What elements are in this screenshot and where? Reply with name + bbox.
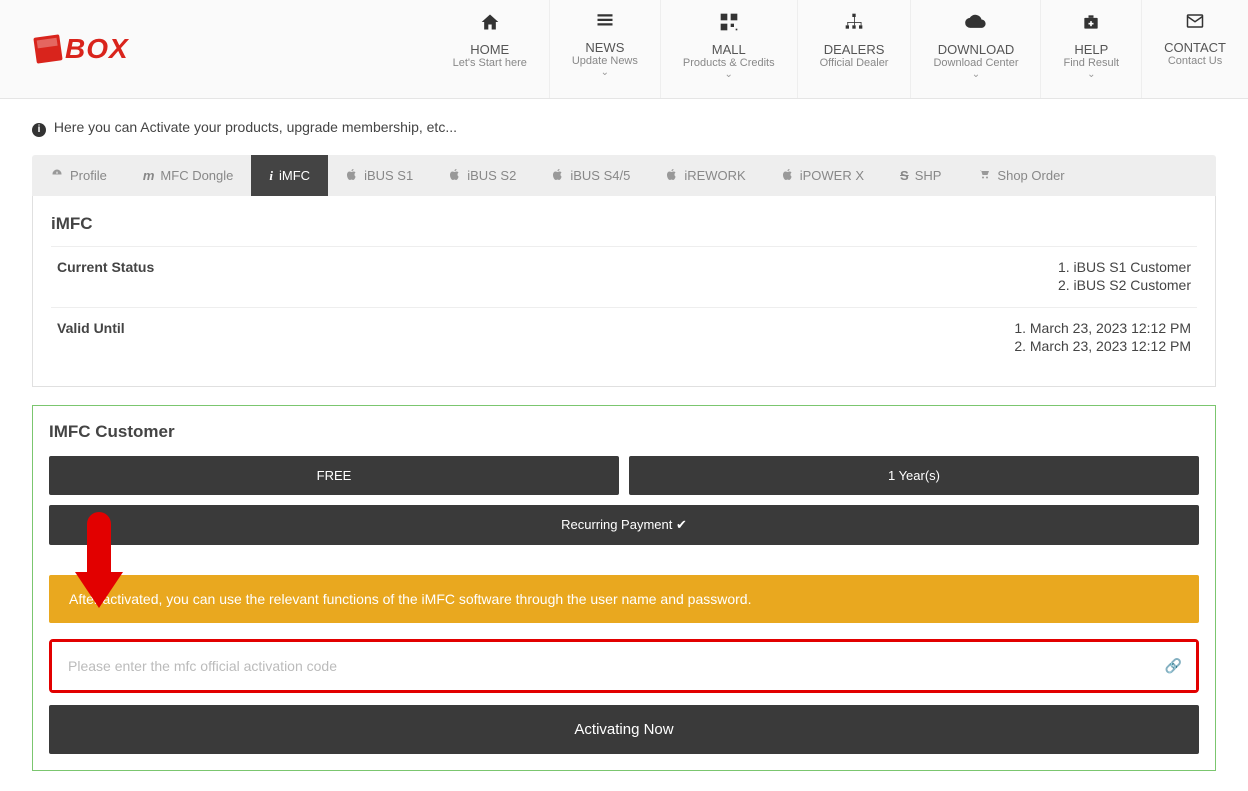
tab-ibus-s1[interactable]: iBUS S1: [328, 155, 431, 196]
contact-icon: [1164, 12, 1226, 36]
arrow-annotation: [79, 512, 119, 612]
nav-download[interactable]: DOWNLOAD Download Center ⌄: [910, 0, 1040, 98]
info-text: i Here you can Activate your products, u…: [32, 119, 1216, 137]
period-button[interactable]: 1 Year(s): [629, 456, 1199, 495]
dealers-icon: [820, 12, 889, 38]
tab-mfc-dongle[interactable]: mMFC Dongle: [125, 155, 252, 196]
home-icon: [453, 12, 527, 38]
info-icon: i: [269, 168, 273, 184]
status-row: Current Status 1. iBUS S1 Customer 2. iB…: [51, 246, 1197, 307]
info-icon: i: [32, 123, 46, 137]
apple-icon: [666, 167, 678, 184]
nav-contact[interactable]: CONTACT Contact Us: [1141, 0, 1248, 98]
chevron-down-icon: ⌄: [933, 69, 1018, 80]
tab-profile[interactable]: Profile: [32, 155, 125, 196]
help-icon: [1063, 12, 1119, 38]
imfc-panel: iMFC Current Status 1. iBUS S1 Customer …: [32, 196, 1216, 387]
customer-panel: IMFC Customer FREE 1 Year(s) Recurring P…: [32, 405, 1216, 771]
chevron-down-icon: ⌄: [683, 69, 775, 80]
s-icon: S: [900, 168, 909, 183]
apple-icon: [449, 167, 461, 184]
mall-icon: [683, 12, 775, 38]
tab-ipower-x[interactable]: iPOWER X: [764, 155, 882, 196]
tab-ibus-s4-5[interactable]: iBUS S4/5: [534, 155, 648, 196]
news-icon: [572, 12, 638, 36]
tab-ibus-s2[interactable]: iBUS S2: [431, 155, 534, 196]
nav-dealers[interactable]: DEALERS Official Dealer: [797, 0, 911, 98]
nav-mall[interactable]: MALL Products & Credits ⌄: [660, 0, 797, 98]
nav-news[interactable]: NEWS Update News ⌄: [549, 0, 660, 98]
logo[interactable]: BOX: [0, 13, 159, 85]
apple-icon: [782, 167, 794, 184]
download-icon: [933, 12, 1018, 38]
free-button[interactable]: FREE: [49, 456, 619, 495]
apple-icon: [552, 167, 564, 184]
recurring-button[interactable]: Recurring Payment ✔: [49, 505, 1199, 545]
panel-title: iMFC: [51, 214, 1197, 234]
activate-button[interactable]: Activating Now: [49, 705, 1199, 754]
valid-row: Valid Until 1. March 23, 2023 12:12 PM 2…: [51, 307, 1197, 368]
check-icon: ✔: [676, 517, 687, 532]
tab-shp[interactable]: SSHP: [882, 155, 959, 196]
activation-alert: After activated, you can use the relevan…: [49, 575, 1199, 623]
nav-home[interactable]: HOME Let's Start here: [431, 0, 549, 98]
nav-help[interactable]: HELP Find Result ⌄: [1040, 0, 1141, 98]
tab-imfc[interactable]: iiMFC: [251, 155, 328, 196]
activation-input-wrap: 🔗: [49, 639, 1199, 693]
cart-icon: [977, 168, 991, 183]
chevron-down-icon: ⌄: [1063, 69, 1119, 80]
tab-shop-order[interactable]: Shop Order: [959, 155, 1082, 196]
dashboard-icon: [50, 168, 64, 183]
m-icon: m: [143, 168, 155, 183]
customer-title: IMFC Customer: [49, 422, 1199, 442]
link-icon: 🔗: [1165, 658, 1182, 675]
tab-irework[interactable]: iREWORK: [648, 155, 763, 196]
chevron-down-icon: ⌄: [572, 67, 638, 78]
apple-icon: [346, 167, 358, 184]
activation-code-input[interactable]: [52, 642, 1196, 690]
